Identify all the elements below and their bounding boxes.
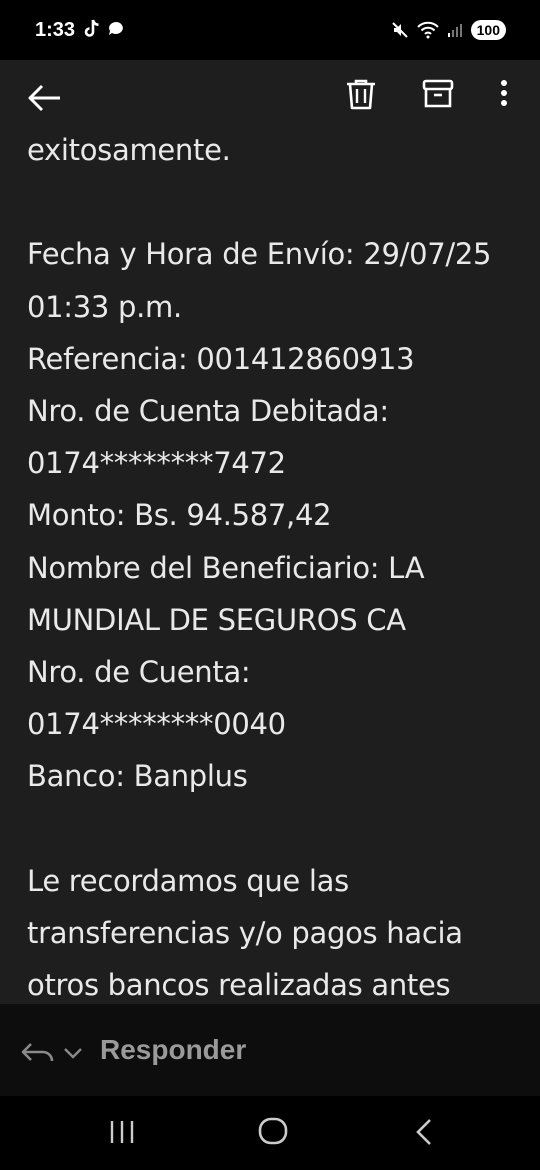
- wifi-icon: [416, 21, 439, 39]
- email-body-line: 01:33 p.m.: [27, 289, 182, 324]
- chat-icon: [109, 22, 123, 35]
- trash-icon[interactable]: [343, 76, 379, 112]
- email-body-line: MUNDIAL DE SEGUROS CA: [27, 602, 406, 637]
- more-vert-icon[interactable]: [492, 76, 516, 112]
- email-body-line: [27, 176, 527, 228]
- system-nav-bar: [0, 1096, 540, 1170]
- reply-icon[interactable]: [20, 1036, 56, 1068]
- email-body-line: Banco: Banplus: [27, 759, 248, 794]
- email-body-line: Le recordamos que las: [27, 863, 349, 898]
- home-icon[interactable]: [256, 1114, 290, 1148]
- status-system-icons: 100: [391, 20, 506, 40]
- email-body-line: 0174********0040: [27, 707, 286, 742]
- email-body-line: Referencia: 001412860913: [27, 341, 415, 376]
- status-notification-icons: [83, 19, 125, 39]
- reply-button[interactable]: Responder: [100, 1034, 246, 1066]
- tiktok-icon: [84, 19, 99, 37]
- email-body-line: Nombre del Beneficiario: LA: [27, 550, 425, 585]
- back-arrow-icon[interactable]: [26, 78, 66, 118]
- email-body-line: 0174********7472: [27, 446, 286, 481]
- back-icon[interactable]: [410, 1116, 438, 1148]
- status-bar: 1:33 100: [0, 0, 540, 60]
- recent-apps-icon[interactable]: [106, 1118, 138, 1146]
- email-body-line: [27, 803, 527, 855]
- email-body-line: Fecha y Hora de Envío: 29/07/25: [27, 237, 492, 272]
- status-time: 1:33: [35, 19, 76, 41]
- signal-icon: [447, 24, 462, 37]
- battery-badge: 100: [470, 20, 506, 40]
- email-body-line: Nro. de Cuenta:: [27, 655, 251, 690]
- email-body-line: transferencias y/o pagos hacia: [27, 916, 463, 951]
- mute-icon: [391, 22, 408, 38]
- email-body-line: Nro. de Cuenta Debitada:: [27, 394, 389, 429]
- email-body-line: exitosamente.: [27, 136, 231, 167]
- chevron-down-icon[interactable]: [62, 1042, 84, 1064]
- email-toolbar: [0, 60, 540, 136]
- reply-bar: Responder: [0, 1004, 540, 1096]
- email-body-line: Monto: Bs. 94.587,42: [27, 498, 332, 533]
- email-body: exitosamente. Fecha y Hora de Envío: 29/…: [0, 136, 540, 1004]
- email-body-line: otros bancos realizadas antes: [27, 968, 451, 1003]
- archive-icon[interactable]: [420, 76, 456, 112]
- email-body-text: exitosamente. Fecha y Hora de Envío: 29/…: [27, 136, 527, 1004]
